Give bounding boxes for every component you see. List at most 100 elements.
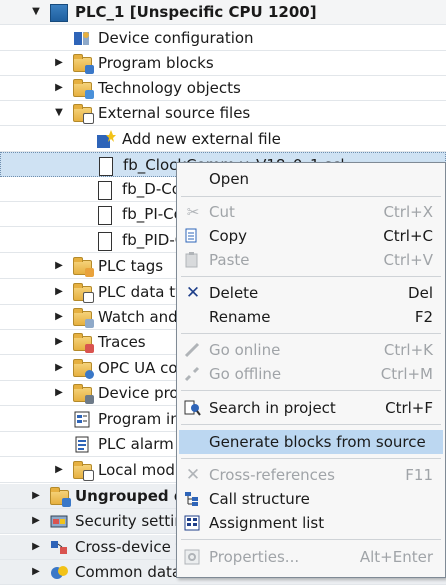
menu-item-cross-references[interactable]: ✕ Cross-references F11 [179, 463, 443, 487]
call-structure-icon [184, 491, 202, 507]
file-icon [98, 181, 112, 200]
tree-item-device-configuration[interactable]: Device configuration [0, 26, 446, 51]
folder-icon [73, 333, 94, 353]
menu-shortcut: Ctrl+V [383, 251, 433, 269]
collapse-arrow-icon[interactable]: ▶ [53, 57, 65, 69]
menu-item-open[interactable]: Open [179, 167, 443, 191]
tree-item-external-source-files[interactable]: ▼ External source files [0, 101, 446, 126]
cross-references-icon: ✕ [185, 465, 201, 485]
go-online-icon [184, 342, 202, 358]
collapse-arrow-icon[interactable]: ▶ [53, 336, 65, 348]
assignment-list-icon [184, 515, 202, 531]
tree-item-technology-objects[interactable]: ▶ Technology objects [0, 76, 446, 101]
menu-shortcut: Del [408, 284, 433, 302]
menu-item-paste[interactable]: Paste Ctrl+V [179, 248, 443, 272]
menu-item-label: Assignment list [209, 514, 325, 532]
menu-item-assignment-list[interactable]: Assignment list [179, 511, 443, 535]
tree-item-label: PLC tags [98, 257, 164, 275]
folder-icon [73, 79, 94, 99]
expand-arrow-icon[interactable]: ▼ [30, 6, 42, 18]
menu-item-properties[interactable]: Properties... Alt+Enter [179, 545, 443, 569]
menu-shortcut: F11 [405, 466, 433, 484]
common-data-icon [50, 563, 70, 582]
menu-item-label: Cross-references [209, 466, 335, 484]
tree-item-label: Traces [98, 333, 146, 351]
menu-shortcut: Ctrl+X [383, 203, 433, 221]
collapse-arrow-icon[interactable]: ▶ [30, 490, 42, 502]
folder-icon [73, 308, 94, 328]
menu-item-call-structure[interactable]: Call structure [179, 487, 443, 511]
menu-item-label: Properties... [209, 548, 300, 566]
menu-separator [181, 390, 441, 391]
collapse-arrow-icon[interactable]: ▶ [30, 541, 42, 553]
collapse-arrow-icon[interactable]: ▶ [53, 286, 65, 298]
cpu-icon [50, 4, 68, 22]
tree-item-label: Technology objects [98, 79, 241, 97]
menu-shortcut: Ctrl+F [385, 399, 433, 417]
menu-item-generate-blocks-from-source[interactable]: Generate blocks from source [179, 430, 443, 454]
tree-item-label: Add new external file [122, 130, 281, 148]
tree-item-label: Common data [75, 563, 182, 581]
device-config-icon [72, 29, 92, 48]
program-info-icon [74, 410, 94, 429]
folder-icon [73, 54, 94, 74]
search-project-icon [184, 400, 202, 416]
collapse-arrow-icon[interactable]: ▶ [53, 260, 65, 272]
menu-item-label: Go online [209, 341, 281, 359]
folder-icon [73, 384, 94, 404]
menu-separator [181, 458, 441, 459]
menu-item-label: Delete [209, 284, 259, 302]
collapse-arrow-icon[interactable]: ▶ [53, 82, 65, 94]
folder-icon [73, 461, 94, 481]
menu-item-search-in-project[interactable]: Search in project Ctrl+F [179, 396, 443, 420]
alarm-icon [74, 435, 94, 454]
menu-separator [181, 539, 441, 540]
menu-item-label: Search in project [209, 399, 336, 417]
tree-item-add-new-external-file[interactable]: Add new external file [0, 127, 446, 152]
menu-item-go-online[interactable]: Go online Ctrl+K [179, 338, 443, 362]
delete-icon: ✕ [185, 283, 201, 303]
menu-shortcut: F2 [414, 308, 433, 326]
menu-item-rename[interactable]: Rename F2 [179, 305, 443, 329]
expand-arrow-icon[interactable]: ▼ [53, 107, 65, 119]
collapse-arrow-icon[interactable]: ▶ [30, 566, 42, 578]
scissors-icon: ✂ [186, 203, 200, 221]
tree-item-label: Program blocks [98, 54, 214, 72]
menu-shortcut: Ctrl+K [383, 341, 433, 359]
menu-item-label: Copy [209, 227, 248, 245]
collapse-arrow-icon[interactable]: ▶ [53, 464, 65, 476]
menu-separator [181, 276, 441, 277]
collapse-arrow-icon[interactable]: ▶ [53, 362, 65, 374]
copy-icon [184, 228, 202, 244]
menu-separator [181, 333, 441, 334]
menu-shortcut: Ctrl+C [383, 227, 433, 245]
menu-item-go-offline[interactable]: Go offline Ctrl+M [179, 362, 443, 386]
security-icon [50, 512, 70, 531]
menu-item-copy[interactable]: Copy Ctrl+C [179, 224, 443, 248]
tree-item-label: PLC_1 [Unspecific CPU 1200] [75, 3, 317, 21]
go-offline-icon [184, 366, 202, 382]
menu-item-label: Call structure [209, 490, 310, 508]
paste-icon [184, 252, 202, 268]
menu-item-label: Rename [209, 308, 271, 326]
menu-shortcut: Alt+Enter [359, 548, 433, 566]
context-menu: Open ✂ Cut Ctrl+X Copy Ctrl+C Paste Ctrl… [176, 162, 446, 578]
folder-icon [73, 283, 94, 303]
menu-item-label: Go offline [209, 365, 282, 383]
menu-item-label: Cut [209, 203, 235, 221]
collapse-arrow-icon[interactable]: ▶ [30, 515, 42, 527]
menu-shortcut: Ctrl+M [380, 365, 433, 383]
menu-item-cut[interactable]: ✂ Cut Ctrl+X [179, 200, 443, 224]
menu-item-delete[interactable]: ✕ Delete Del [179, 281, 443, 305]
tree-item-plc-1[interactable]: ▼ PLC_1 [Unspecific CPU 1200] [0, 0, 446, 25]
tree-item-program-blocks[interactable]: ▶ Program blocks [0, 51, 446, 76]
folder-icon [73, 104, 94, 124]
tree-item-label: External source files [98, 104, 251, 122]
file-icon [99, 157, 113, 176]
collapse-arrow-icon[interactable]: ▶ [53, 311, 65, 323]
folder-icon [73, 257, 94, 277]
menu-separator [181, 424, 441, 425]
collapse-arrow-icon[interactable]: ▶ [53, 387, 65, 399]
add-file-icon [96, 130, 116, 149]
menu-separator [181, 196, 441, 197]
